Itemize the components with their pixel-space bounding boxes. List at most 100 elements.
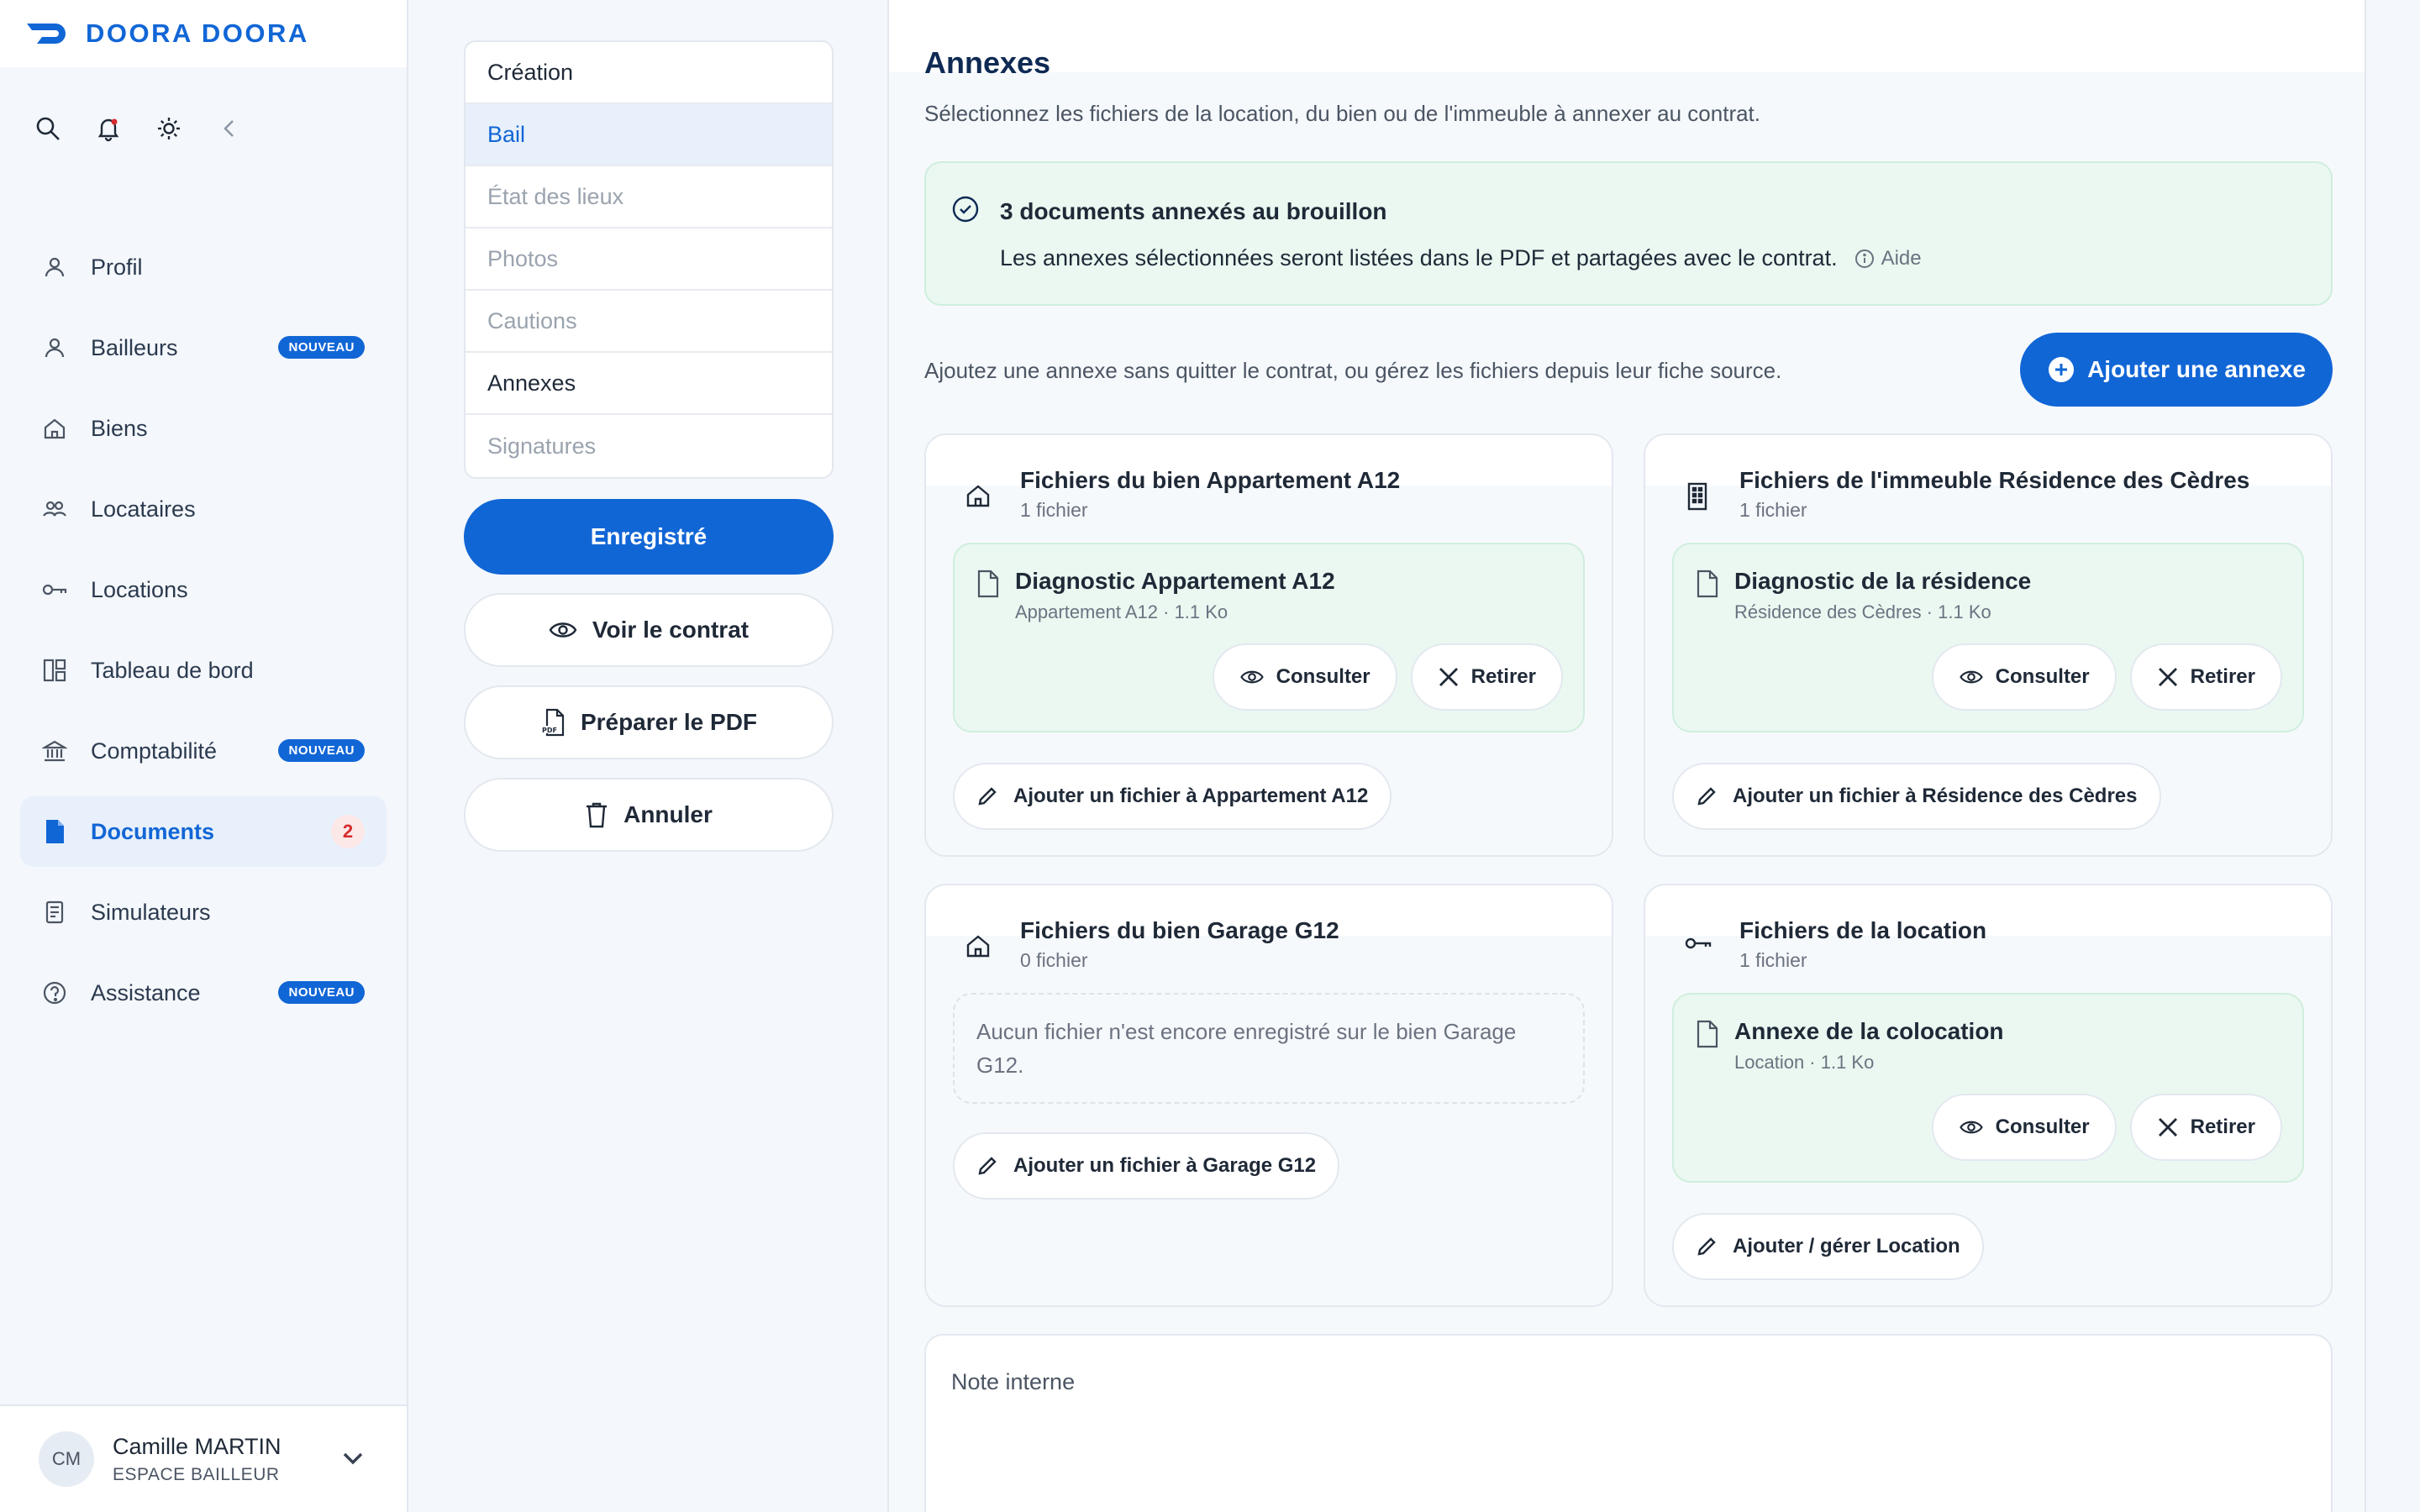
help-icon bbox=[40, 979, 69, 1007]
brand-name[interactable]: DOORA DOORA bbox=[86, 18, 309, 49]
file-item: Diagnostic de la résidence Résidence des… bbox=[1672, 543, 2304, 732]
add-file-link[interactable]: Ajouter un fichier à Appartement A12 bbox=[953, 763, 1392, 830]
prepare-pdf-label: Préparer le PDF bbox=[580, 709, 758, 735]
file-icon bbox=[976, 570, 1000, 598]
dashboard-icon bbox=[40, 656, 69, 685]
sidebar-item-biens[interactable]: Biens bbox=[20, 393, 387, 464]
user-icon bbox=[40, 253, 69, 281]
sidebar-item-label: Profil bbox=[91, 254, 143, 280]
brand-logo-icon bbox=[25, 21, 74, 46]
step-photos: Photos bbox=[466, 228, 832, 291]
bank-icon bbox=[40, 737, 69, 765]
view-file-button[interactable]: Consulter bbox=[1212, 643, 1397, 711]
sidebar-item-label: Biens bbox=[91, 415, 148, 441]
property-files-card-appartement: Fichiers du bien Appartement A12 1 fichi… bbox=[924, 433, 1613, 857]
page-subtitle: Sélectionnez les fichiers de la location… bbox=[924, 101, 1761, 126]
alert-message: Les annexes sélectionnées seront listées… bbox=[1000, 245, 1838, 270]
cancel-button[interactable]: Annuler bbox=[464, 778, 834, 852]
add-file-label: Ajouter un fichier à Garage G12 bbox=[1013, 1154, 1317, 1177]
remove-file-label: Retirer bbox=[1470, 665, 1536, 688]
sidebar-nav: Profil Bailleurs NOUVEAU Biens Locataire… bbox=[20, 232, 387, 1038]
sidebar-item-label: Documents bbox=[91, 818, 215, 844]
view-file-label: Consulter bbox=[1995, 665, 2090, 688]
step-etat-des-lieux: État des lieux bbox=[466, 166, 832, 228]
sidebar-item-documents[interactable]: Documents 2 bbox=[20, 796, 387, 867]
sidebar-item-locataires[interactable]: Locataires bbox=[20, 474, 387, 544]
sidebar-item-assistance[interactable]: Assistance NOUVEAU bbox=[20, 958, 387, 1028]
file-actions: Consulter Retirer bbox=[1931, 1094, 2282, 1161]
add-annex-button[interactable]: Ajouter une annexe bbox=[2020, 333, 2333, 407]
card-title: Fichiers de l'immeuble Résidence des Cèd… bbox=[1739, 467, 2250, 493]
check-circle-icon bbox=[951, 195, 980, 223]
add-file-label: Ajouter un fichier à Résidence des Cèdre… bbox=[1733, 785, 2138, 807]
eye-icon bbox=[1239, 669, 1265, 685]
eye-icon bbox=[549, 620, 577, 640]
svg-text:PDF: PDF bbox=[542, 727, 557, 734]
cancel-label: Annuler bbox=[623, 801, 713, 827]
file-actions: Consulter Retirer bbox=[1931, 643, 2282, 711]
home-icon bbox=[965, 932, 992, 959]
save-button-label: Enregistré bbox=[590, 523, 708, 549]
new-badge: NOUVEAU bbox=[278, 981, 365, 1004]
sidebar-item-tableau-de-bord[interactable]: Tableau de bord bbox=[20, 635, 387, 706]
sidebar-item-locations[interactable]: Locations bbox=[20, 554, 387, 625]
collapse-icon[interactable] bbox=[215, 114, 244, 143]
add-annex-hint: Ajoutez une annexe sans quitter le contr… bbox=[924, 358, 1782, 383]
save-button[interactable]: Enregistré bbox=[464, 499, 834, 575]
file-name: Diagnostic de la résidence bbox=[1734, 568, 2032, 594]
remove-file-button[interactable]: Retirer bbox=[1410, 643, 1563, 711]
view-file-button[interactable]: Consulter bbox=[1931, 1094, 2117, 1161]
sidebar-item-comptabilite[interactable]: Comptabilité NOUVEAU bbox=[20, 716, 387, 786]
card-title: Fichiers du bien Garage G12 bbox=[1020, 917, 1339, 943]
file-icon bbox=[1696, 570, 1719, 598]
sidebar-item-label: Simulateurs bbox=[91, 899, 211, 925]
add-file-link[interactable]: Ajouter un fichier à Garage G12 bbox=[953, 1132, 1340, 1200]
user-menu[interactable]: CM Camille MARTIN ESPACE BAILLEUR bbox=[0, 1404, 407, 1512]
empty-state-message: Aucun fichier n'est encore enregistré su… bbox=[953, 993, 1585, 1104]
help-link[interactable]: Aide bbox=[1854, 247, 1922, 270]
document-icon bbox=[40, 817, 69, 846]
step-signatures: Signatures bbox=[487, 433, 597, 459]
sidebar-item-label: Tableau de bord bbox=[91, 657, 254, 683]
file-name: Annexe de la colocation bbox=[1734, 1018, 2004, 1044]
eye-icon bbox=[1959, 1119, 1984, 1136]
plus-circle-icon bbox=[2047, 355, 2075, 384]
manage-rental-link[interactable]: Ajouter / gérer Location bbox=[1672, 1213, 1984, 1280]
view-contract-button[interactable]: Voir le contrat bbox=[464, 593, 834, 667]
new-badge: NOUVEAU bbox=[278, 739, 365, 762]
close-icon bbox=[2157, 1116, 2179, 1138]
sidebar-top-icons bbox=[34, 114, 244, 143]
sidebar-item-profil[interactable]: Profil bbox=[20, 232, 387, 302]
add-file-link[interactable]: Ajouter un fichier à Résidence des Cèdre… bbox=[1672, 763, 2161, 830]
view-file-label: Consulter bbox=[1995, 1116, 2090, 1138]
bell-icon[interactable] bbox=[94, 114, 123, 143]
file-name: Diagnostic Appartement A12 bbox=[1015, 568, 1335, 594]
add-file-label: Ajouter un fichier à Appartement A12 bbox=[1013, 785, 1369, 807]
sidebar: DOORA DOORA Profil Bailleurs NOUVEAU Bie… bbox=[0, 0, 408, 1512]
sidebar-item-label: Comptabilité bbox=[91, 738, 218, 764]
users-icon bbox=[40, 495, 69, 523]
home-icon bbox=[965, 482, 992, 509]
page-title: Annexes bbox=[924, 45, 1051, 80]
view-file-button[interactable]: Consulter bbox=[1931, 643, 2117, 711]
internal-note-field[interactable]: Note interne bbox=[924, 1334, 2333, 1512]
step-creation[interactable]: Création bbox=[466, 42, 832, 104]
sidebar-item-simulateurs[interactable]: Simulateurs bbox=[20, 877, 387, 948]
prepare-pdf-button[interactable]: PDF Préparer le PDF bbox=[464, 685, 834, 759]
user-info: Camille MARTIN ESPACE BAILLEUR bbox=[113, 1434, 281, 1485]
chevron-down-icon[interactable] bbox=[339, 1445, 366, 1472]
step-annexes[interactable]: Annexes bbox=[466, 353, 832, 415]
remove-file-button[interactable]: Retirer bbox=[2129, 1094, 2282, 1161]
file-actions: Consulter Retirer bbox=[1212, 643, 1563, 711]
search-icon[interactable] bbox=[34, 114, 62, 143]
remove-file-button[interactable]: Retirer bbox=[2129, 643, 2282, 711]
card-file-count: 1 fichier bbox=[1739, 499, 1807, 521]
step-bail[interactable]: Bail bbox=[466, 104, 832, 166]
key-icon bbox=[1684, 932, 1712, 958]
remove-file-label: Retirer bbox=[2190, 665, 2255, 688]
sidebar-item-bailleurs[interactable]: Bailleurs NOUVEAU bbox=[20, 312, 387, 383]
sun-icon[interactable] bbox=[155, 114, 183, 143]
property-files-card-garage: Fichiers du bien Garage G12 0 fichier Au… bbox=[924, 884, 1613, 1307]
annexes-status-alert: 3 documents annexés au brouillon Les ann… bbox=[924, 161, 2333, 306]
avatar: CM bbox=[39, 1431, 94, 1487]
